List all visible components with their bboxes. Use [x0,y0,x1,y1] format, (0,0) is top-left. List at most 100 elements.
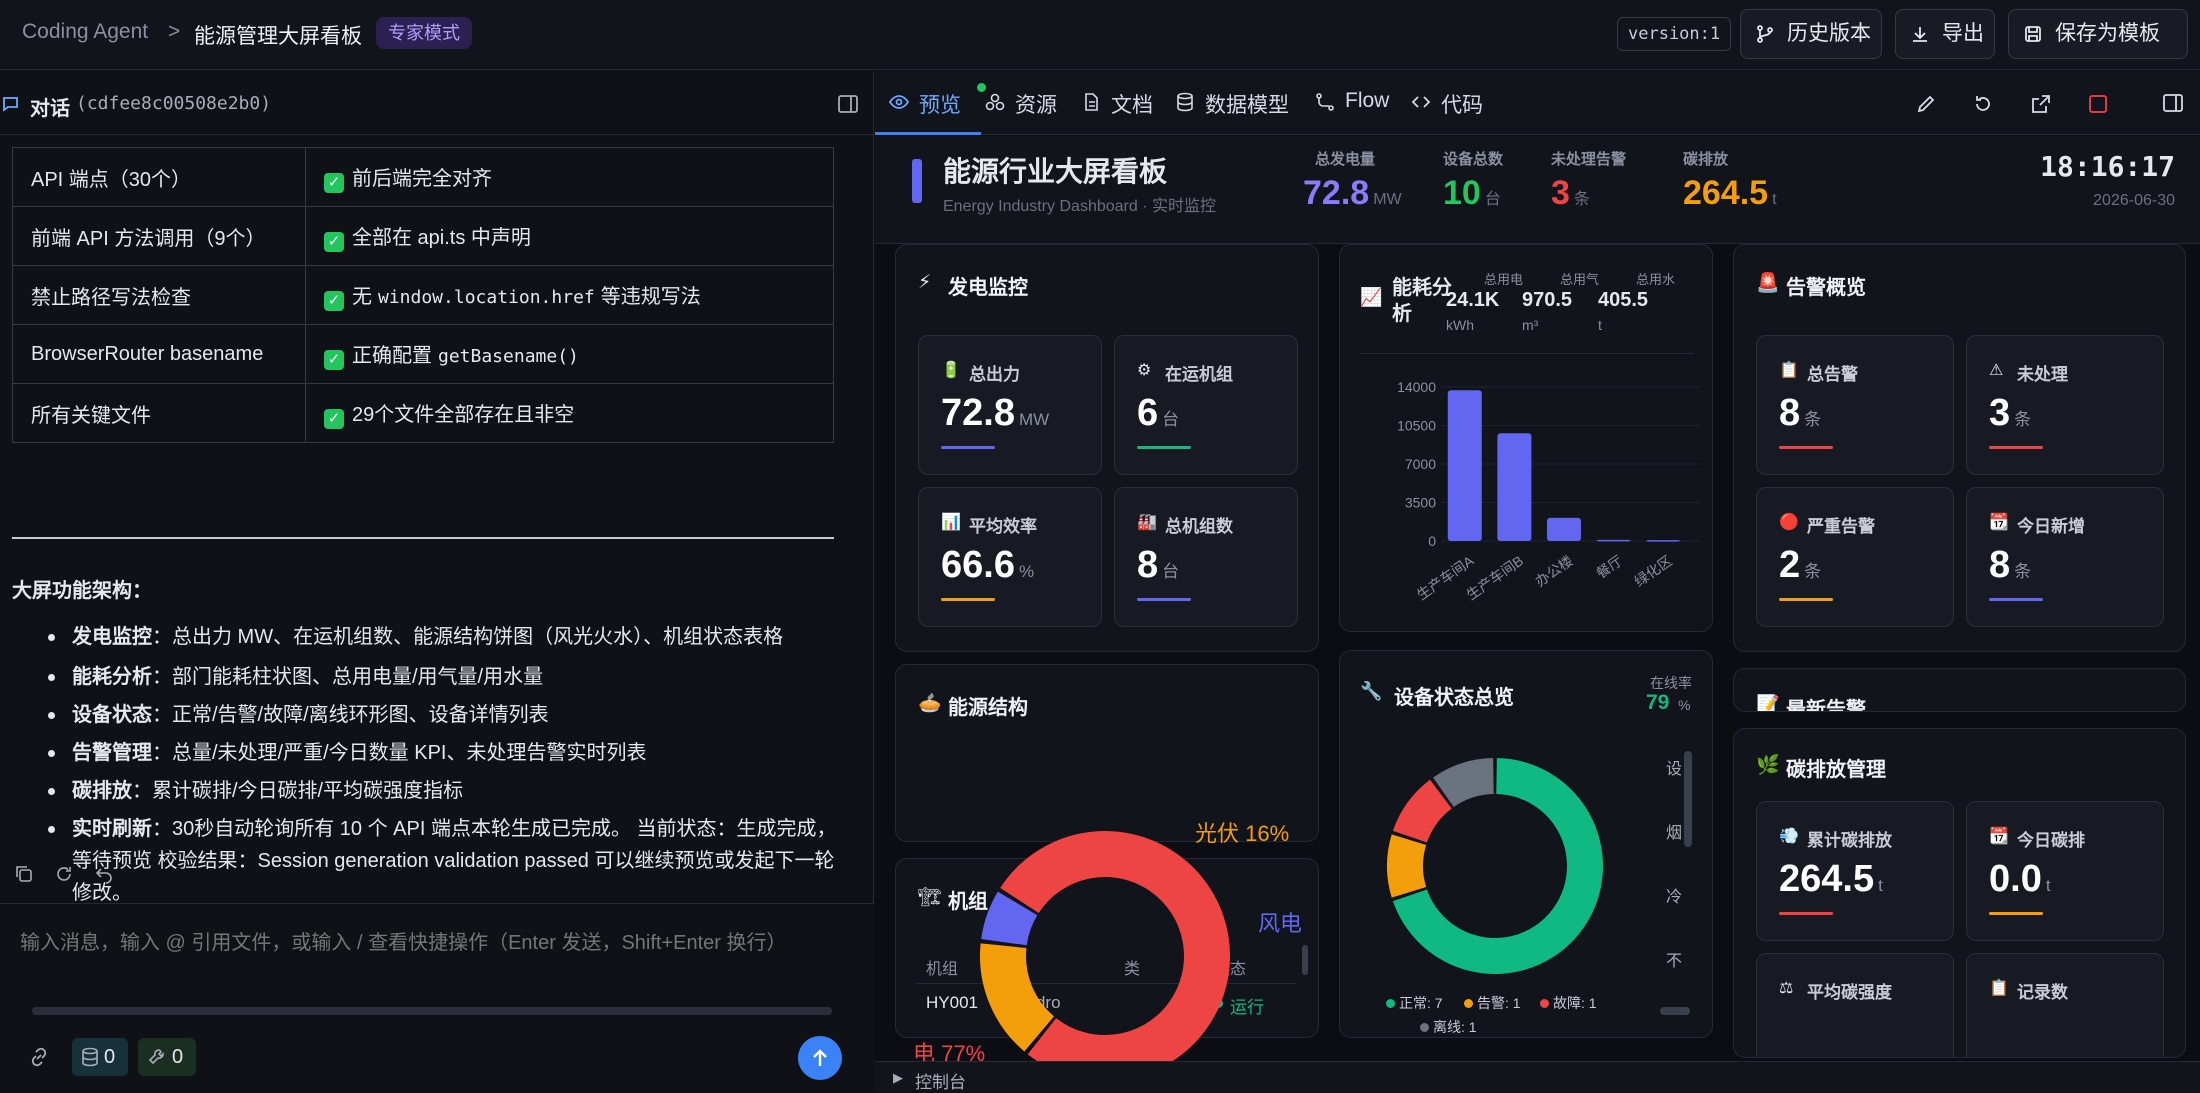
mode-badge: 专家模式 [376,17,472,49]
warning-icon: ⚠ [1989,362,2004,379]
pencil-icon[interactable] [1915,93,1937,115]
history-button[interactable]: 历史版本 [1740,9,1882,59]
export-button[interactable]: 导出 [1895,9,1995,59]
copy-icon[interactable] [14,864,34,884]
tab-docs-label: 文档 [1111,94,1153,117]
list-item: 能耗分析：部门能耗柱状图、总用电量/用气量/用水量 [72,661,842,693]
carbon-kpi: 📆 今日碳排 0.0 t [1966,801,2164,941]
unit-status: 运行 [1230,998,1264,1017]
tab-flow[interactable]: Flow [1315,89,1389,113]
tab-data-model[interactable]: 数据模型 [1175,89,1289,119]
title-accent [912,159,922,203]
undo-icon[interactable] [94,864,114,884]
open-external-icon[interactable] [2030,93,2052,115]
save-template-button[interactable]: 保存为模板 [2008,9,2188,59]
tab-resources[interactable]: 资源 [985,89,1057,119]
reload-icon[interactable] [1972,93,1994,115]
tab-bar: 预览 资源 文档 数据模型 Flow 代码 [875,71,2200,135]
download-icon [1913,27,1927,42]
hscrollbar[interactable] [1660,1007,1690,1015]
breadcrumb-separator: > [168,20,181,43]
energy-use-card: 📈 能耗分析 总用电 24.1K kWh 总用气 970.5 m³ 总用水 405.5 t 0 3… [1339,244,1713,632]
verify-table: API 端点（30个） ✓ 前后端完全对齐 前端 API 方法调用（9个） ✓ 全部在 a… [12,147,834,443]
sidebar-toggle-icon[interactable] [837,94,859,114]
pie-slice[interactable] [980,943,1055,1052]
active-tab-indicator [875,132,981,135]
bar[interactable] [1547,517,1581,541]
header-kpi: 72.8 MW [1303,174,1402,213]
kpi-bar [1779,598,1833,601]
pie-slice[interactable] [1000,831,1230,1061]
database-button[interactable]: 0 [72,1038,128,1076]
bar[interactable] [1497,433,1532,541]
flow-icon [1316,93,1334,111]
verify-result: ✓ 正确配置 getBasename() [305,324,834,384]
tools-button[interactable]: 0 [138,1038,196,1076]
branch-icon [1757,25,1773,43]
bullet [48,712,55,719]
dashboard-header: 能源行业大屏看板 Energy Industry Dashboard · 实时监… [875,136,2200,244]
header-kpi: 3条 [1551,174,1590,213]
header-kpi-unit: MW [1373,191,1402,208]
header-kpi-value: 264.5 [1683,174,1769,212]
device-list-item[interactable]: 冷 [1666,883,1682,907]
pie-slice[interactable] [981,891,1038,947]
bullet [48,674,55,681]
kpi-unit: t [1878,876,1883,895]
expand-triangle-icon: ▶ [893,1070,903,1085]
breadcrumb-app[interactable]: Coding Agent [22,20,148,44]
header-kpi-label: 设备总数 [1443,151,1504,168]
pie-slice[interactable] [1392,779,1453,844]
tab-docs[interactable]: 文档 [1081,89,1153,119]
kpi-bar [1137,446,1191,449]
use-stat-unit: m³ [1522,317,1539,333]
kpi-unit: 台 [1162,410,1180,429]
pie-slice[interactable] [1433,758,1495,808]
pie-slice[interactable] [1387,834,1427,898]
chart-icon: 📊 [941,514,961,531]
verify-result-text: 前后端完全对齐 [352,167,492,190]
tab-preview[interactable]: 预览 [889,83,986,119]
link-icon[interactable] [28,1046,50,1068]
side-scrollbar[interactable] [1684,751,1692,847]
refresh-icon[interactable] [54,864,74,884]
leaf-icon: 🌿 [1756,755,1780,776]
use-stat-value: 970.5 [1522,289,1573,311]
y-tick-label: 3500 [1405,495,1436,511]
send-button[interactable] [798,1036,842,1080]
message-input[interactable] [20,926,854,986]
header-kpi-unit: 台 [1484,191,1501,208]
bar[interactable] [1596,539,1631,542]
x-tick-label: 生产车间B [1463,552,1526,603]
energy-mix-title: 能源结构 [948,697,1028,719]
clock-date: 2026-06-30 [2093,192,2175,209]
alarm-card: 🚨 告警概览 📋 总告警 8 条 ⚠ 未处理 3 条 🔴 严重告警 2 条 📆 今日新增 8 条 [1733,244,2186,652]
bar[interactable] [1646,540,1681,542]
generation-title: 发电监控 [948,277,1028,299]
history-label: 历史版本 [1787,22,1871,45]
bar[interactable] [1447,390,1482,541]
kpi-value: 2 [1779,544,1801,586]
kpi-value: 6 [1137,392,1159,434]
energy-bar-chart: 0350070001050014000生产车间A生产车间B 办公楼 餐厅 绿化区 [1397,379,1700,603]
device-list-item[interactable]: 不 [1666,947,1682,971]
kpi-bar [1989,598,2043,601]
stop-icon[interactable] [2088,94,2108,114]
feature-name: 发电监控 [72,626,152,648]
legend-swatch [1420,1023,1429,1032]
console-bar[interactable]: ▶ 控制台 [875,1061,2200,1092]
table-scrollbar[interactable] [1302,945,1308,975]
use-stat-label: 总用气 [1560,272,1600,287]
device-list-item[interactable]: 烟 [1666,819,1682,843]
y-tick-label: 14000 [1397,379,1436,395]
device-list-item[interactable]: 设 [1666,755,1682,779]
tab-data-model-label: 数据模型 [1205,94,1289,117]
dashboard-title: 能源行业大屏看板 [943,156,1168,187]
feature-desc: ：总出力 MW、在运机组数、能源结构饼图（风光火水）、机组状态表格 [152,626,784,648]
tab-code[interactable]: 代码 [1411,89,1483,119]
database-count: 0 [104,1046,116,1068]
panel-toggle-icon[interactable] [2162,93,2184,113]
lightning-icon: ⚡ [918,272,932,293]
kpi-value-wrap: 0.0 t [1989,858,2051,901]
input-scrollbar[interactable] [32,1007,832,1015]
